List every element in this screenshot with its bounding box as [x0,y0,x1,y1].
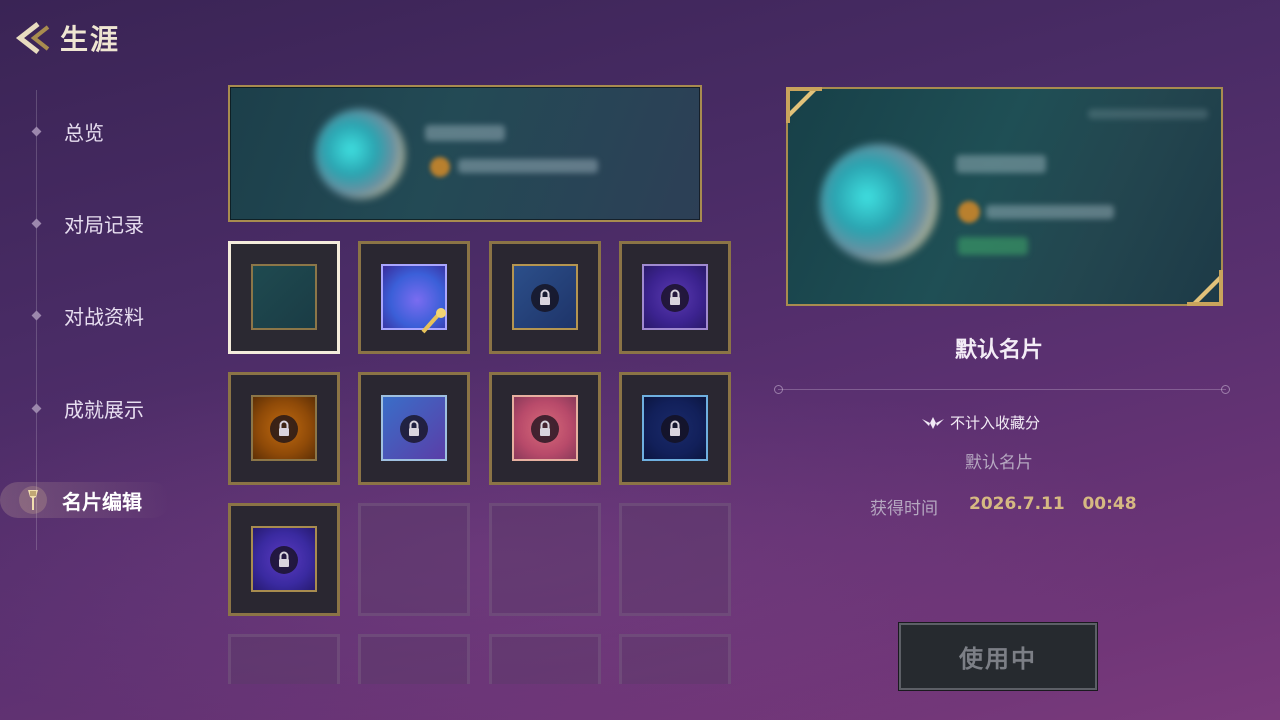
card-tile-dark-blue-swirl[interactable] [619,372,731,485]
sidebar-item-label: 对局记录 [64,212,144,237]
card-tile-amber[interactable] [228,372,340,485]
crown-wings-icon [922,416,944,429]
empty-card-slot [358,503,470,616]
card-tile-pink-fox[interactable] [489,372,601,485]
empty-card-slot [619,634,731,684]
golden-scepter-icon [421,308,446,334]
card-tile-navy-gold[interactable] [489,241,601,354]
rank-badge-icon [958,201,980,223]
sidebar-item-label: 名片编辑 [62,489,142,514]
card-tile-default[interactable] [228,241,340,354]
blurred-player-name [425,125,505,141]
diamond-bullet-icon [31,310,42,320]
lock-icon [661,414,689,443]
gold-corner-ornament [786,87,822,123]
gold-corner-ornament [1187,270,1223,306]
lock-icon [270,414,298,443]
acquired-time-value: 2026.7.11 00:48 [969,494,1137,514]
blurred-header-text [1088,109,1208,119]
card-thumbnail [251,264,317,330]
empty-card-slot [489,634,601,684]
blurred-status-badge [958,237,1028,255]
sidebar-item-battle-stats[interactable]: 对战资料 [30,295,144,335]
sidebar-item-label: 总览 [64,120,104,145]
section-divider [774,385,1230,394]
card-tile-cosmic-blue[interactable] [358,241,470,354]
divider-end-dot [1221,385,1230,394]
acquired-time-label: 获得时间 [870,499,938,519]
card-tile-violet-galaxy[interactable] [619,241,731,354]
sidebar-item-label: 对战资料 [64,304,144,329]
blurred-player-name [956,155,1046,173]
sidebar-item-achievements[interactable]: 成就展示 [30,388,144,428]
selected-card-name: 默认名片 [954,338,1043,363]
spatula-icon [18,485,48,515]
sidebar-item-card-edit[interactable]: 名片编辑 [18,480,142,520]
page-title: 生涯 [60,23,121,56]
lock-icon [661,283,689,312]
empty-card-slot [228,634,340,684]
sidebar-item-overview[interactable]: 总览 [30,111,104,151]
diamond-bullet-icon [31,218,42,228]
card-tile-purple-nebula[interactable] [228,503,340,616]
empty-card-slot [619,503,731,616]
selected-card-preview [786,87,1223,306]
card-description: 默认名片 [965,453,1033,473]
lock-icon [531,414,559,443]
current-card-preview [228,85,702,222]
diamond-bullet-icon [31,403,42,413]
page-header: 生涯 [14,18,120,58]
back-arrow-icon [15,22,50,54]
collection-score-note: 不计入收藏分 [920,412,1040,433]
blurred-rank-text [986,205,1114,219]
in-use-button[interactable]: 使用中 [898,622,1098,691]
sidebar-item-label: 成就展示 [64,397,144,422]
diamond-bullet-icon [31,126,42,136]
card-tile-dragon-blue[interactable] [358,372,470,485]
lock-icon [270,545,298,574]
blurred-rank-text [458,159,598,173]
collection-note-text: 不计入收藏分 [950,414,1041,432]
divider-end-dot [774,385,783,394]
sidebar-nav: 总览 对局记录 对战资料 成就展示 名片编辑 [0,90,200,550]
lock-icon [400,414,428,443]
lock-icon [531,283,559,312]
rank-badge-icon [430,157,450,177]
empty-card-slot [489,503,601,616]
avatar [820,144,938,262]
avatar [315,109,405,199]
sidebar-item-match-history[interactable]: 对局记录 [30,203,144,243]
in-use-button-label: 使用中 [959,645,1037,673]
back-button[interactable] [14,18,54,58]
empty-card-slot [358,634,470,684]
